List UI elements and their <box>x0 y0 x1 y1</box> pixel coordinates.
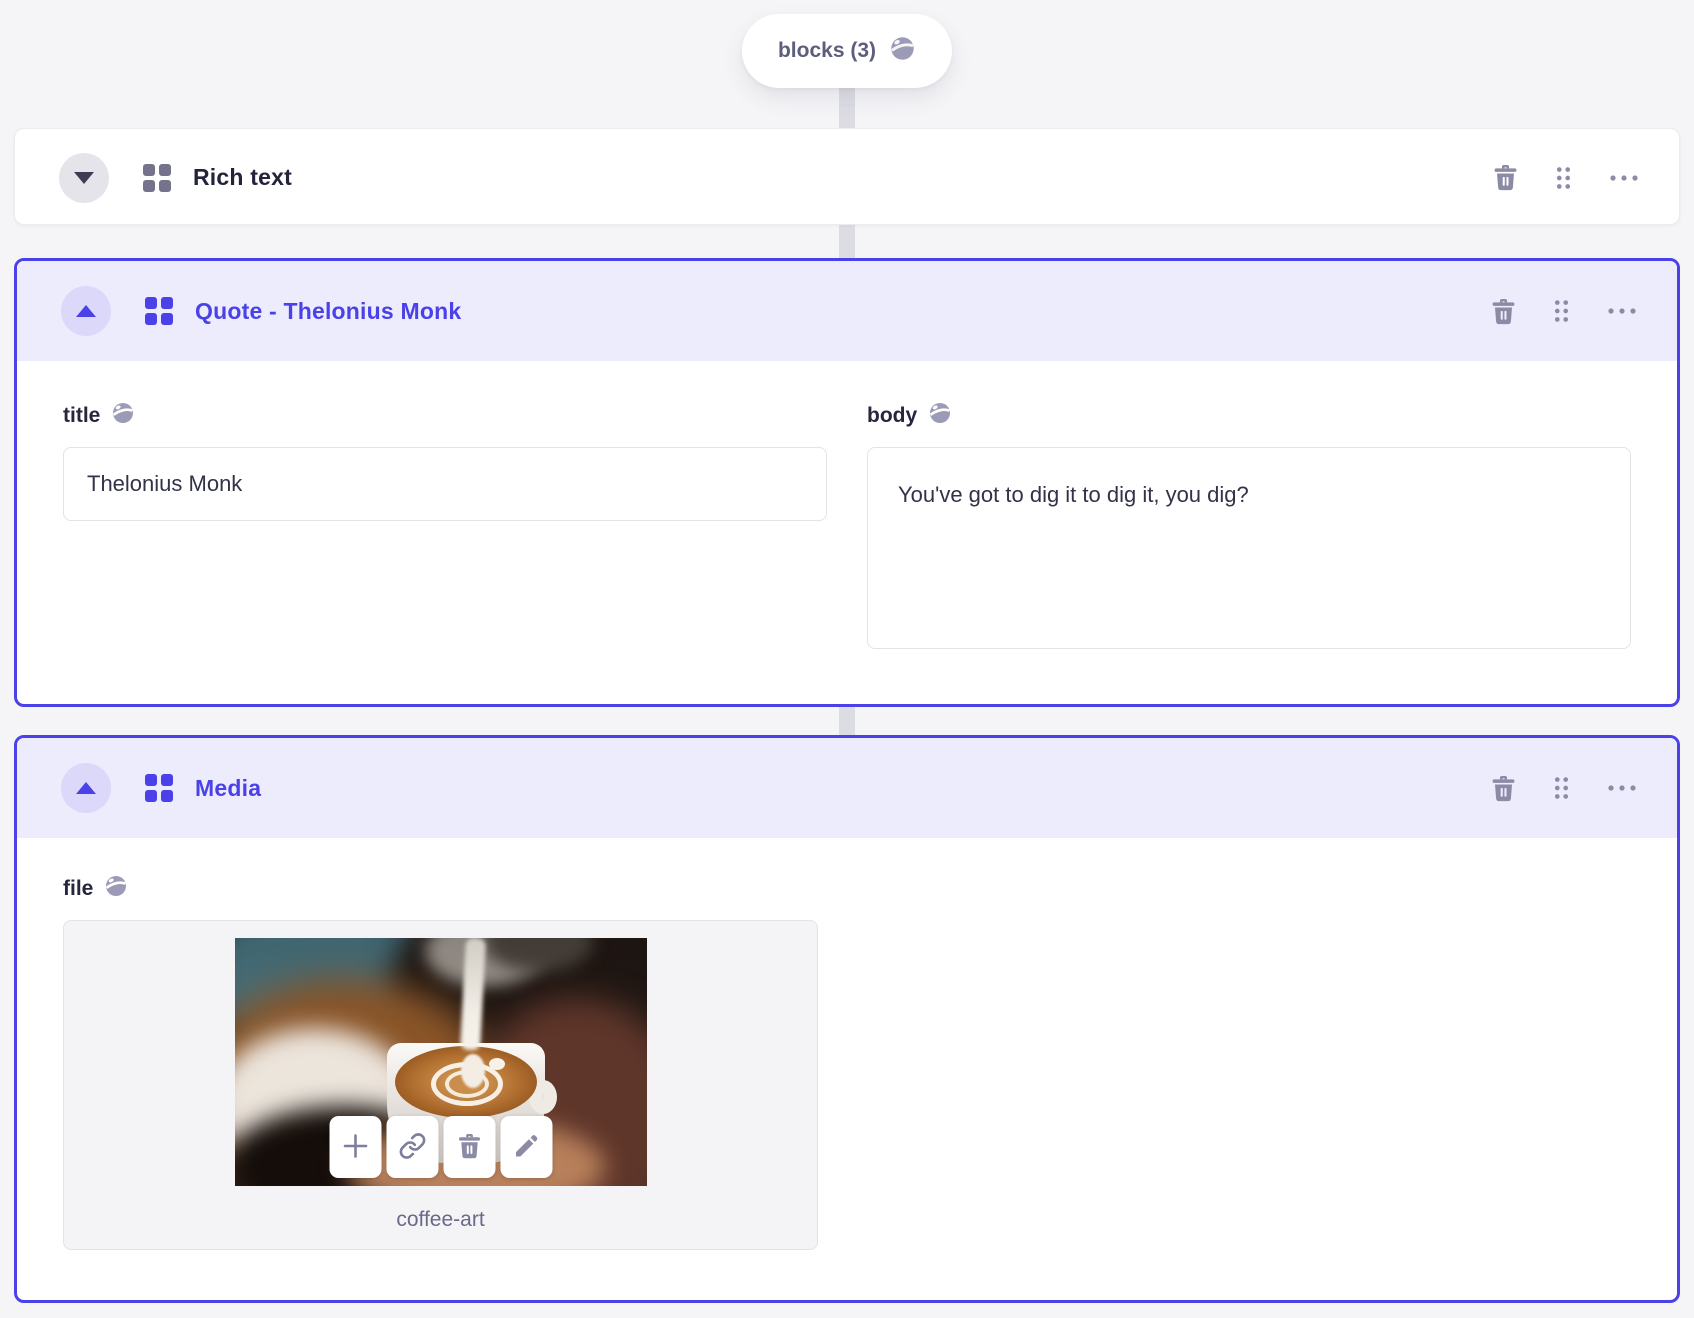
link-icon <box>398 1132 426 1163</box>
field-label-text: body <box>867 404 918 427</box>
ellipsis-icon <box>1609 174 1639 182</box>
block-fields: title body You've got to dig it to dig i… <box>17 361 1677 654</box>
field-label-text: file <box>63 877 94 900</box>
delete-block-button[interactable] <box>1491 775 1516 802</box>
add-image-button[interactable] <box>329 1116 381 1178</box>
block-quote: Quote - Thelonius Monk title Thelonius M… <box>14 258 1680 707</box>
pencil-icon <box>512 1132 540 1163</box>
chevron-up-icon <box>76 305 96 317</box>
block-header: Quote - Thelonius Monk <box>17 261 1677 361</box>
block-actions <box>1493 164 1639 191</box>
block-actions <box>1491 775 1637 802</box>
block-header: Media <box>17 738 1677 838</box>
ellipsis-icon <box>1607 784 1637 792</box>
block-title: Quote - Thelonius Monk <box>195 297 462 324</box>
drag-handle[interactable] <box>1552 775 1571 801</box>
delete-image-button[interactable] <box>443 1116 495 1178</box>
field-title: title <box>63 401 827 654</box>
block-fields: file coffee-art <box>17 838 1677 1250</box>
drag-handle[interactable] <box>1554 165 1573 191</box>
coffee-art-image <box>234 938 647 1186</box>
file-caption: coffee-art <box>396 1208 485 1231</box>
block-media: Media file coffee-art <box>14 735 1680 1303</box>
title-input[interactable] <box>63 447 827 521</box>
trash-icon <box>1491 775 1516 802</box>
globe-icon <box>889 35 916 68</box>
block-rich-text: Rich text <box>14 128 1680 225</box>
globe-icon <box>111 401 135 431</box>
collapse-block-button[interactable] <box>61 286 111 336</box>
field-label: body <box>867 401 1631 431</box>
field-label: file <box>63 874 1631 904</box>
ellipsis-icon <box>1607 307 1637 315</box>
blocks-array-pill[interactable]: blocks (3) <box>741 14 953 88</box>
more-options-button[interactable] <box>1609 174 1639 182</box>
block-header: Rich text <box>15 129 1679 224</box>
collapse-block-button[interactable] <box>61 763 111 813</box>
delete-block-button[interactable] <box>1493 164 1518 191</box>
more-options-button[interactable] <box>1607 784 1637 792</box>
block-title: Rich text <box>193 164 292 190</box>
trash-icon <box>1493 164 1518 191</box>
block-type-grid-icon <box>145 774 173 802</box>
trash-icon <box>1491 298 1516 325</box>
block-title: Media <box>195 774 262 801</box>
trash-icon <box>457 1133 481 1162</box>
chevron-down-icon <box>74 171 94 184</box>
body-textarea[interactable]: You've got to dig it to dig it, you dig? <box>867 447 1631 649</box>
block-type-grid-icon <box>145 297 173 325</box>
drag-handle-icon <box>1554 165 1573 191</box>
globe-icon <box>104 874 128 904</box>
link-image-button[interactable] <box>386 1116 438 1178</box>
delete-block-button[interactable] <box>1491 298 1516 325</box>
expand-block-button[interactable] <box>59 152 109 203</box>
plus-icon <box>341 1132 369 1163</box>
block-actions <box>1491 298 1637 325</box>
more-options-button[interactable] <box>1607 307 1637 315</box>
globe-icon <box>928 401 952 431</box>
field-label: title <box>63 401 827 431</box>
edit-image-button[interactable] <box>500 1116 552 1178</box>
image-toolbar <box>329 1116 552 1178</box>
field-file: file coffee-art <box>63 874 1631 1250</box>
blocks-editor: blocks (3) Rich text Quote - Thelonius M… <box>0 0 1694 1318</box>
file-preview-box: coffee-art <box>63 920 818 1250</box>
drag-handle-icon <box>1552 298 1571 324</box>
drag-handle[interactable] <box>1552 298 1571 324</box>
drag-handle-icon <box>1552 775 1571 801</box>
block-type-grid-icon <box>143 163 171 192</box>
blocks-array-label: blocks (3) <box>777 39 877 62</box>
chevron-up-icon <box>76 782 96 794</box>
field-body: body You've got to dig it to dig it, you… <box>867 401 1631 654</box>
field-label-text: title <box>63 404 101 427</box>
